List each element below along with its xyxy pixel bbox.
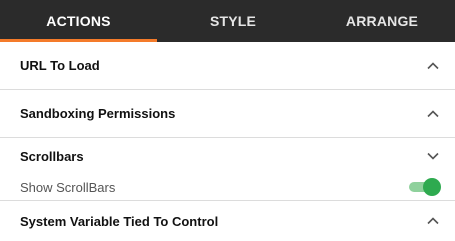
section-system-variable-label: System Variable Tied To Control	[20, 213, 219, 229]
chevron-up-icon[interactable]	[425, 213, 441, 229]
tab-style[interactable]: STYLE	[157, 0, 309, 42]
properties-panel: ACTIONS STYLE ARRANGE URL To Load Sandbo…	[0, 0, 455, 241]
chevron-up-icon[interactable]	[425, 106, 441, 122]
section-sandboxing-permissions[interactable]: Sandboxing Permissions	[0, 90, 455, 138]
section-scrollbars-label: Scrollbars	[20, 148, 84, 164]
tab-style-label: STYLE	[209, 13, 257, 29]
tab-arrange[interactable]: ARRANGE	[309, 0, 455, 42]
section-scrollbars[interactable]: Scrollbars	[0, 138, 455, 174]
tab-actions-label: ACTIONS	[46, 13, 111, 29]
tab-arrange-label: ARRANGE	[345, 13, 419, 29]
show-scrollbars-toggle[interactable]	[409, 178, 441, 196]
section-url-to-load-label: URL To Load	[20, 58, 100, 73]
section-url-to-load[interactable]: URL To Load	[0, 42, 455, 90]
tab-actions[interactable]: ACTIONS	[0, 0, 157, 42]
chevron-down-icon[interactable]	[425, 148, 441, 164]
show-scrollbars-label: Show ScrollBars	[20, 179, 116, 195]
section-sandboxing-label: Sandboxing Permissions	[20, 106, 176, 121]
chevron-up-icon[interactable]	[425, 58, 441, 74]
show-scrollbars-row: Show ScrollBars	[0, 174, 455, 201]
toggle-knob	[423, 178, 441, 196]
tab-bar: ACTIONS STYLE ARRANGE	[0, 0, 455, 42]
section-system-variable[interactable]: System Variable Tied To Control	[0, 201, 455, 241]
